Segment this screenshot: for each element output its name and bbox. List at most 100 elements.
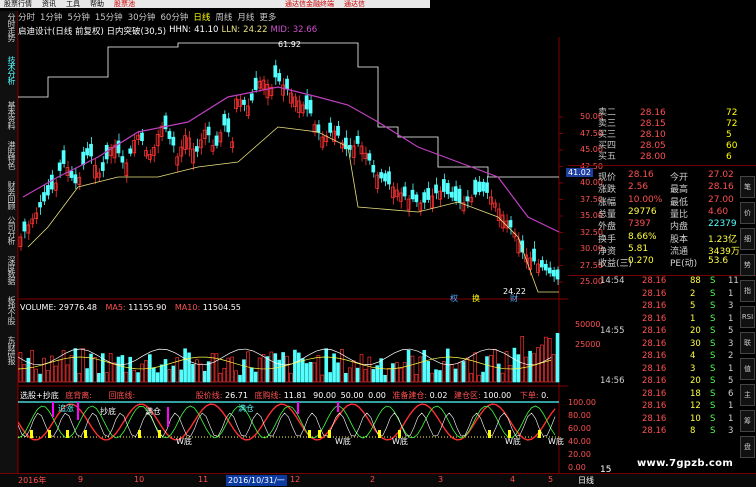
stat-row: 涨幅 10.00% 最低 27.00 <box>598 195 738 208</box>
candle-body <box>508 220 513 228</box>
volume-bar <box>304 363 309 383</box>
ma10-label: MA10: <box>174 303 201 312</box>
tick-count: 1 <box>728 401 734 411</box>
menu-item-stock-pool[interactable]: 股票池 <box>114 0 135 8</box>
sidebar-tab-research[interactable]: 东财研报 <box>2 336 16 364</box>
right-tab[interactable]: 联 <box>740 332 755 354</box>
period-5[interactable]: 30分钟 <box>128 11 156 23</box>
tick-price: 28.16 <box>642 276 667 286</box>
bid-price: 28.10 <box>640 130 666 140</box>
ind-label-7: 50.00 <box>340 391 364 400</box>
right-tab[interactable]: 价 <box>740 202 755 224</box>
ind-label-2: 股价线: <box>195 391 223 400</box>
ind-label-0: 底背离: <box>65 391 92 400</box>
volume-bar <box>198 363 203 383</box>
period-8[interactable]: 周线 <box>215 11 232 23</box>
period-9[interactable]: 月线 <box>237 11 254 23</box>
ask-vol: 72 <box>726 108 738 118</box>
event-marker-2[interactable]: 换 <box>472 293 480 304</box>
stat-value: 2.56 <box>628 182 649 193</box>
sidebar-tab-hk[interactable]: 港股特色 <box>2 141 16 169</box>
hhn-value: 41.10 <box>194 25 219 35</box>
menu-item-news[interactable]: 资讯 <box>42 0 56 8</box>
volume-bar <box>469 373 474 383</box>
sidebar-tab-sector[interactable]: 板块个股 <box>2 296 16 324</box>
ind-label-5: 11.81 <box>283 391 307 400</box>
sidebar-tab-basic[interactable]: 基本资料 <box>2 101 16 129</box>
period-2[interactable]: 1分钟 <box>40 11 62 23</box>
sidebar-tab-fin[interactable]: 财务回顾 <box>2 181 16 209</box>
candle-body <box>441 179 446 192</box>
period-1[interactable]: 分时 <box>18 11 35 23</box>
candle-body <box>312 124 317 133</box>
tick-row: 28.16 5 S 3 <box>598 301 738 313</box>
tick-list: 14:54 28.16 88 S 11 28.16 2 S 1 28.16 5 S 3 28.16 1 S 1 1… <box>598 276 739 446</box>
menu-item-tools[interactable]: 工具 <box>66 0 80 8</box>
right-tab[interactable]: 势 <box>740 254 755 276</box>
stat-row: 总量 29776 量比 4.60 <box>598 207 738 220</box>
candle-body <box>100 162 105 171</box>
sidebar-tab-timeshare[interactable]: 分时走势 <box>2 13 16 41</box>
candle-body <box>175 156 180 166</box>
sidebar-tab-tech[interactable]: 技术分析 <box>2 56 16 84</box>
volume-bar <box>38 373 42 383</box>
volume-bar <box>394 362 399 383</box>
period-7[interactable]: 日线 <box>193 11 210 23</box>
right-tab[interactable]: 指 <box>740 280 755 302</box>
stat-label: 涨跌 <box>598 185 617 196</box>
volume-bar <box>508 364 513 383</box>
candle-body <box>273 65 278 78</box>
menu-item-help[interactable]: 帮助 <box>90 0 104 8</box>
event-marker-1[interactable]: 权 <box>450 293 458 304</box>
right-tab[interactable]: 值 <box>740 358 755 380</box>
bid-row: 买五 28.00 6 <box>598 152 756 163</box>
tick-volume: 88 <box>690 276 701 286</box>
tick-volume: 20 <box>690 326 701 336</box>
ind-title: 选股+抄底 <box>20 391 59 400</box>
month-label: 2016年 <box>18 476 47 485</box>
candle-body <box>328 122 333 133</box>
right-tab[interactable]: RSI <box>740 306 755 328</box>
month-label: 4 <box>510 475 516 484</box>
sidebar-tab-company[interactable]: 公司分析 <box>2 216 16 244</box>
tick-volume: 3 <box>690 363 696 374</box>
candle-body <box>320 136 325 148</box>
period-label[interactable]: 日线 <box>578 475 594 486</box>
volume-bar <box>57 359 62 383</box>
volume-bar <box>551 354 556 383</box>
ind-label-14: 0. <box>541 391 549 400</box>
right-tab[interactable]: 笔 <box>740 176 755 198</box>
right-tab[interactable]: 盘 <box>740 436 755 458</box>
period-10[interactable]: 更多 <box>259 11 276 23</box>
event-marker-3[interactable]: 财 <box>510 293 518 304</box>
volume-bar <box>496 363 501 383</box>
candle-body <box>226 118 231 133</box>
stat-value: 27.02 <box>708 170 734 180</box>
volume-pane <box>18 332 560 383</box>
vol-value: 29776.48 <box>58 303 97 312</box>
tick-volume: 2 <box>690 288 696 299</box>
tick-price: 28.16 <box>642 363 667 374</box>
candle-body <box>375 174 380 189</box>
period-4[interactable]: 15分钟 <box>95 11 123 23</box>
promo-link-left[interactable]: 通达信金融终端 <box>285 0 334 8</box>
volume-bar <box>140 363 144 383</box>
volume-bar <box>261 354 266 383</box>
selected-date[interactable]: 2016/10/31/一 <box>226 475 287 486</box>
bid-vol: 60 <box>726 141 738 151</box>
right-tab[interactable]: 主 <box>740 384 755 406</box>
candle-body <box>34 212 39 219</box>
candle-body <box>351 145 356 158</box>
month-label: 12 <box>290 475 301 484</box>
sidebar-tab-deep[interactable]: 深度数据 <box>2 256 16 284</box>
candle-body <box>485 182 489 193</box>
period-6[interactable]: 60分钟 <box>161 11 189 23</box>
period-3[interactable]: 5分钟 <box>67 11 89 23</box>
promo-link-right[interactable]: 通达信 <box>344 0 365 8</box>
signal-label-7: W底 <box>392 437 408 446</box>
right-tab[interactable]: 细 <box>740 228 755 250</box>
menu-item-quotes[interactable]: 股票行情 <box>4 0 32 8</box>
signal-bar <box>48 430 51 438</box>
tick-side: S <box>710 401 716 411</box>
right-tab[interactable]: 筹 <box>740 410 755 432</box>
